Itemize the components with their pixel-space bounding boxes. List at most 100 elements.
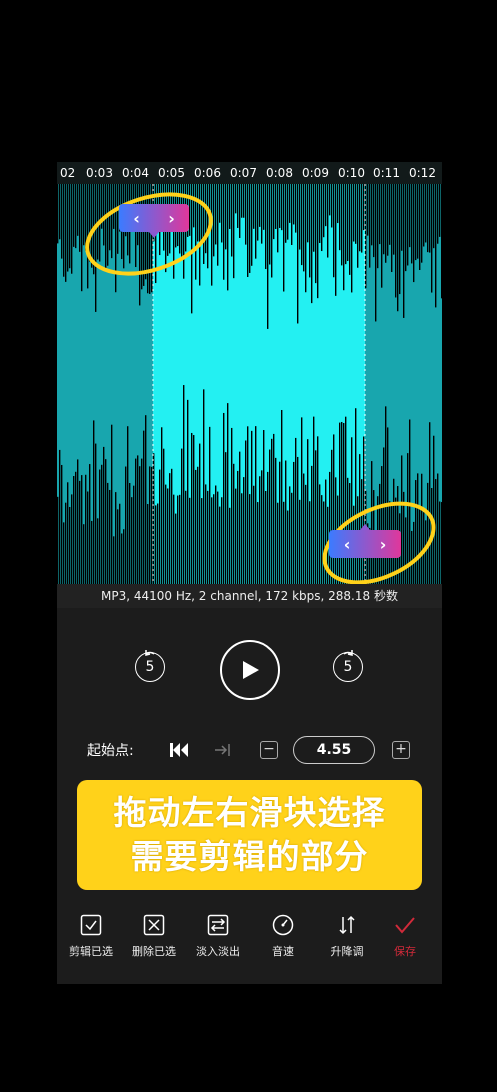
waveform-peak [315, 450, 317, 584]
waveform-peak [261, 184, 263, 244]
waveform-peak [319, 484, 321, 584]
waveform-peak [75, 471, 77, 584]
increase-start-button[interactable]: + [392, 741, 410, 759]
waveform-peak [113, 184, 115, 229]
speed-button[interactable]: 音速 [252, 914, 314, 974]
waveform-peak [289, 184, 291, 223]
waveform-peak [433, 184, 435, 249]
waveform-peak [351, 437, 353, 584]
waveform-area[interactable]: ‹ › ‹ › [57, 184, 442, 584]
banner-line-2: 需要剪辑的部分 [130, 837, 369, 876]
waveform-peak [383, 184, 385, 255]
waveform-peak [151, 466, 153, 584]
waveform-peak [219, 184, 221, 223]
waveform-peak [301, 417, 303, 584]
fade-in-out-button[interactable]: 淡入淡出 [187, 914, 249, 974]
waveform-peak [261, 470, 263, 584]
waveform-peak [99, 469, 101, 584]
waveform-peak [215, 184, 217, 245]
waveform-peak [77, 184, 79, 236]
skip-to-start-icon[interactable] [169, 741, 189, 759]
end-handle[interactable]: ‹ › [329, 524, 401, 558]
waveform-peak [183, 385, 185, 584]
waveform-peak [201, 498, 203, 584]
waveform-peak [205, 184, 207, 254]
waveform-peak [335, 184, 337, 296]
waveform-peak [263, 184, 265, 230]
waveform-peak [247, 184, 249, 277]
waveform-peak [89, 464, 91, 584]
pitch-button[interactable]: 升降调 [316, 914, 378, 974]
waveform-peak [329, 471, 331, 584]
waveform-peak [299, 184, 301, 250]
waveform-peak [181, 448, 183, 584]
play-button[interactable] [220, 640, 280, 700]
waveform-peak [297, 456, 299, 584]
tick-label: 0:03 [86, 166, 113, 180]
waveform-peak [207, 184, 209, 269]
handle-right-arrow-icon: › [379, 534, 387, 554]
waveform-peak [61, 464, 63, 584]
waveform-peak [97, 518, 99, 584]
handle-left-arrow-icon: ‹ [343, 534, 351, 554]
timeline-ruler[interactable]: 02 0:03 0:04 0:05 0:06 0:07 0:08 0:09 0:… [57, 162, 442, 184]
waveform-peak [375, 184, 377, 322]
waveform-peak [191, 432, 193, 584]
waveform-peak [59, 184, 61, 240]
forward-arrow-icon [343, 650, 353, 656]
waveform-peak [83, 524, 85, 584]
waveform-peak [437, 473, 439, 584]
waveform-peak [281, 409, 283, 584]
waveform-peak [127, 426, 129, 584]
waveform-peak [405, 184, 407, 272]
waveform-peak [359, 454, 361, 584]
waveform-peak [397, 184, 399, 312]
waveform-peak [419, 509, 421, 584]
tick-label: 0:09 [302, 166, 329, 180]
tick-label: 0:10 [338, 166, 365, 180]
waveform-peak [321, 184, 323, 252]
waveform-peak [103, 446, 105, 584]
waveform-peak [95, 443, 97, 584]
waveform-peak [93, 420, 95, 584]
delete-selection-button[interactable]: 删除已选 [123, 914, 185, 974]
waveform-peak [299, 499, 301, 584]
waveform-peak [413, 521, 415, 584]
waveform-peak [267, 184, 269, 329]
waveform-peak [197, 184, 199, 242]
save-button[interactable]: 保存 [374, 914, 436, 974]
waveform-peak [141, 458, 143, 584]
waveform-peak [273, 433, 275, 584]
waveform-peak [331, 184, 333, 228]
waveform-peak [75, 184, 77, 249]
waveform-peak [213, 494, 215, 584]
waveform-peak [225, 184, 227, 250]
waveform-peak [209, 426, 211, 584]
start-point-row: 起始点: − 4.55 + [57, 732, 442, 768]
handle-pointer [149, 232, 159, 238]
waveform-peak [341, 184, 343, 266]
waveform-peak [223, 184, 225, 280]
waveform-peak [251, 184, 253, 266]
waveform-peak [249, 184, 251, 273]
set-to-current-icon[interactable] [214, 742, 232, 758]
waveform-peak [225, 452, 227, 584]
waveform-peak [421, 184, 423, 263]
waveform-peak [197, 466, 199, 584]
start-point-value[interactable]: 4.55 [293, 736, 375, 764]
waveform-peak [247, 426, 249, 584]
waveform-peak [177, 495, 179, 584]
waveform-peak [265, 490, 267, 584]
start-handle[interactable]: ‹ › [119, 204, 189, 238]
forward-5-button[interactable]: 5 [333, 650, 363, 682]
waveform-peak [73, 184, 75, 247]
waveform-peak [111, 184, 113, 259]
trim-selection-button[interactable]: 剪辑已选 [60, 914, 122, 974]
delete-box-icon [143, 914, 165, 936]
waveform-peak [87, 491, 89, 584]
waveform-peak [435, 184, 437, 308]
waveform-peak [245, 440, 247, 584]
decrease-start-button[interactable]: − [260, 741, 278, 759]
rewind-5-button[interactable]: 5 [135, 650, 165, 682]
waveform-peak [189, 184, 191, 236]
